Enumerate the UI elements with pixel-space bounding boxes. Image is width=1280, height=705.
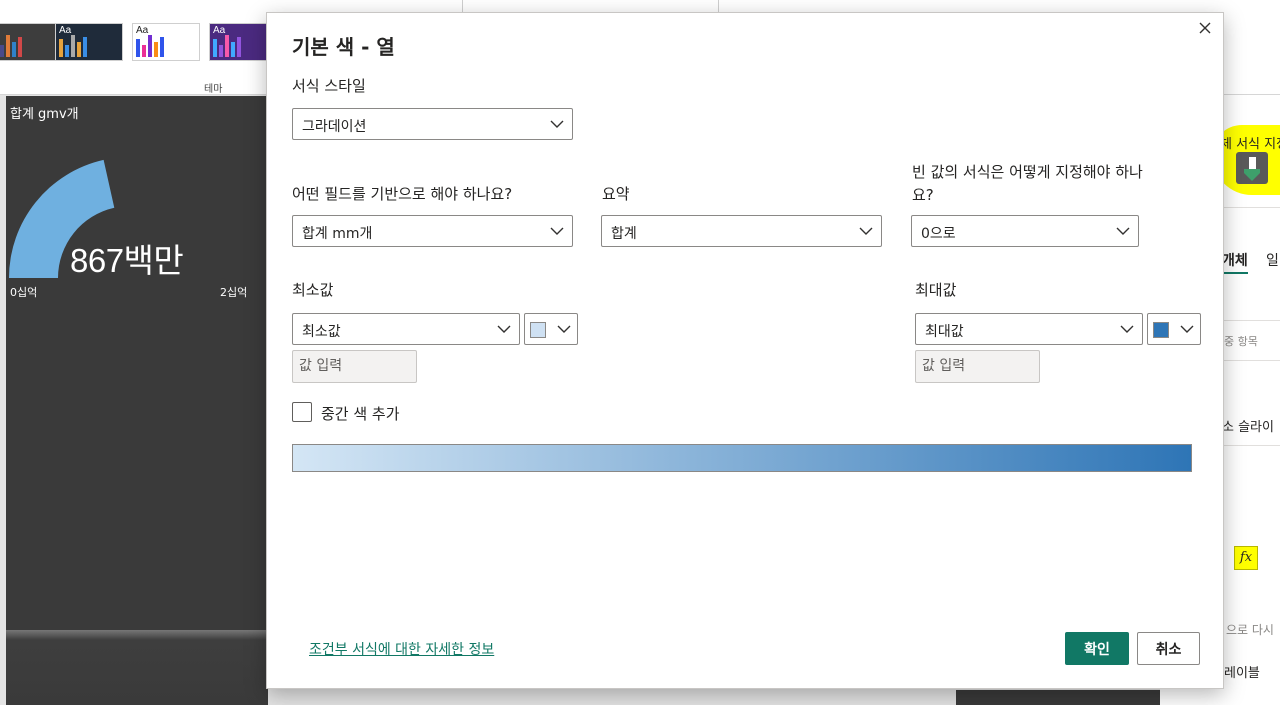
empty-value-value: 0으로	[921, 226, 956, 242]
field-dropdown[interactable]: 합계 mm개	[292, 215, 573, 247]
maximum-color-picker[interactable]	[1147, 313, 1201, 345]
add-middle-color-checkbox[interactable]	[292, 402, 312, 422]
minimum-value-input[interactable]: 값 입력	[292, 350, 417, 383]
gauge-min-label: 0십억	[10, 286, 38, 299]
summary-dropdown[interactable]: 합계	[601, 215, 882, 247]
maximum-value-input[interactable]: 값 입력	[915, 350, 1040, 383]
theme-thumbnail-bar	[18, 37, 22, 57]
theme-thumbnail-bar	[77, 42, 81, 57]
chevron-down-icon	[859, 227, 873, 235]
format-style-dropdown[interactable]: 그라데이션	[292, 108, 573, 140]
tab-visual[interactable]: 개체	[1222, 250, 1248, 270]
field-value: 합계 mm개	[302, 226, 373, 242]
gauge-visual[interactable]: 합계 gmv개 867백만 0십억 2십억	[6, 96, 268, 630]
minimum-label: 최소값	[292, 281, 334, 299]
chevron-down-icon	[497, 325, 511, 333]
learn-more-link[interactable]: 조건부 서식에 대한 자세한 정보	[309, 639, 494, 659]
theme-thumbnail-bar	[154, 42, 158, 57]
chevron-down-icon	[550, 120, 564, 128]
theme-thumbnail-bar	[0, 45, 4, 57]
theme-thumbnail-bar	[65, 45, 69, 57]
minimum-type-value: 최소값	[302, 324, 341, 340]
pane-item: 으로 다시	[1226, 623, 1274, 637]
pane-item[interactable]: 소 슬라이	[1222, 416, 1274, 435]
gauge-value: 867백만	[70, 242, 184, 279]
ok-button[interactable]: 확인	[1065, 632, 1129, 665]
empty-value-question-line1: 빈 값의 서식은 어떻게 지정해야 하나	[912, 163, 1143, 181]
pane-divider	[1222, 360, 1280, 361]
format-pane-header: 체 서식 지정	[1220, 137, 1280, 152]
paint-brush-icon[interactable]	[1236, 152, 1268, 184]
maximum-type-value: 최대값	[925, 324, 964, 340]
gradient-preview-bar	[292, 444, 1192, 472]
format-style-value: 그라데이션	[302, 119, 367, 135]
format-style-label: 서식 스타일	[292, 77, 366, 95]
close-icon[interactable]	[1195, 18, 1215, 38]
maximum-type-dropdown[interactable]: 최대값	[915, 313, 1143, 345]
maximum-color-swatch	[1153, 322, 1169, 338]
theme-thumbnail-bar	[83, 37, 87, 57]
ribbon-separator	[462, 0, 463, 12]
theme-thumbnail-bar	[136, 39, 140, 57]
theme-thumbnail-bar	[213, 39, 217, 57]
ribbon-separator	[718, 0, 719, 12]
theme-thumbnail-bar	[59, 39, 63, 57]
maximum-label: 최대값	[915, 281, 957, 299]
theme-thumbnail-bar	[225, 35, 229, 57]
chevron-down-icon	[550, 227, 564, 235]
theme-thumbnail-bar	[219, 45, 223, 57]
minimum-color-picker[interactable]	[524, 313, 578, 345]
visual-frame-bottom	[6, 630, 268, 705]
empty-value-dropdown[interactable]: 0으로	[911, 215, 1139, 247]
pane-divider	[1222, 207, 1280, 208]
theme-thumbnail-bar	[231, 42, 235, 57]
conditional-format-dialog: 기본 색 - 열 서식 스타일 그라데이션 어떤 필드를 기반으로 해야 하나요…	[266, 12, 1224, 689]
chevron-down-icon	[1116, 227, 1130, 235]
theme-thumbnail-bar	[6, 35, 10, 57]
cancel-button[interactable]: 취소	[1137, 632, 1200, 665]
empty-value-question-line2: 요?	[912, 186, 934, 204]
theme-thumbnail-bar	[148, 35, 152, 57]
pane-divider	[1222, 445, 1280, 446]
minimum-color-swatch	[530, 322, 546, 338]
summary-value: 합계	[611, 226, 637, 242]
pane-divider	[1222, 320, 1280, 321]
theme-thumbnail[interactable]	[0, 23, 58, 61]
minimum-type-dropdown[interactable]: 최소값	[292, 313, 520, 345]
pane-item: 레이블	[1224, 666, 1260, 681]
theme-thumbnail-bar	[160, 37, 164, 57]
chevron-down-icon	[1180, 325, 1194, 333]
field-question-label: 어떤 필드를 기반으로 해야 하나요?	[292, 185, 513, 203]
visual-title: 합계 gmv개	[10, 107, 79, 122]
theme-thumbnail-bar	[142, 45, 146, 57]
theme-thumbnail[interactable]: Aa	[55, 23, 123, 61]
tab-visual-underline	[1222, 272, 1248, 274]
chevron-down-icon	[557, 325, 571, 333]
summary-label: 요약	[602, 185, 630, 203]
background-strip	[956, 690, 1160, 705]
theme-thumbnail[interactable]: Aa	[132, 23, 200, 61]
pane-item[interactable]: 중 항목	[1224, 333, 1258, 349]
gauge-max-label: 2십억	[220, 286, 248, 299]
dialog-title: 기본 색 - 열	[292, 35, 395, 59]
theme-thumbnail-bar	[237, 37, 241, 57]
add-middle-color-label: 중간 색 추가	[321, 405, 400, 423]
theme-group-label: 테마	[204, 84, 223, 95]
fx-button[interactable]: fx	[1234, 546, 1258, 570]
chevron-down-icon	[1120, 325, 1134, 333]
theme-thumbnail-bar	[12, 42, 16, 57]
tab-general[interactable]: 일	[1266, 250, 1279, 270]
theme-thumbnail-bar	[71, 35, 75, 57]
